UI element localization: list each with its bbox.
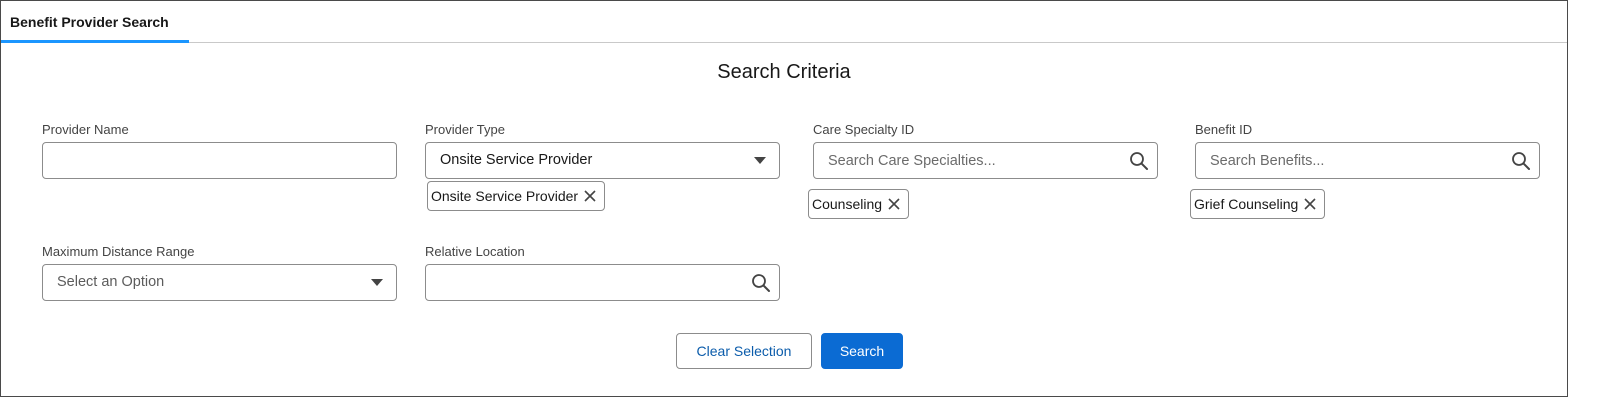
tab-benefit-provider-search[interactable]: Benefit Provider Search (1, 1, 189, 43)
pill-label: Counseling (812, 196, 883, 212)
provider-type-select[interactable]: Onsite Service Provider (425, 142, 780, 179)
relative-location-input[interactable] (426, 265, 779, 300)
close-icon[interactable] (888, 198, 900, 210)
max-distance-select[interactable]: Select an Option (42, 264, 397, 301)
benefit-id-field[interactable] (1195, 142, 1540, 179)
search-icon[interactable] (751, 273, 771, 293)
provider-name-label: Provider Name (42, 122, 129, 137)
care-specialty-label: Care Specialty ID (813, 122, 915, 137)
pill-label: Grief Counseling (1194, 196, 1299, 212)
relative-location-field[interactable] (425, 264, 780, 301)
chevron-down-icon[interactable] (371, 279, 383, 286)
close-icon[interactable] (1304, 198, 1316, 210)
provider-name-input[interactable] (43, 143, 396, 178)
section-title: Search Criteria (717, 61, 851, 83)
close-icon[interactable] (584, 190, 596, 202)
app-frame: Benefit Provider Search Search Criteria … (0, 0, 1568, 397)
benefit-id-label: Benefit ID (1195, 122, 1253, 137)
search-button[interactable]: Search (821, 333, 903, 369)
benefit-id-input[interactable] (1196, 143, 1539, 178)
pill-label: Onsite Service Provider (431, 188, 579, 204)
search-icon[interactable] (1129, 151, 1149, 171)
care-specialty-input[interactable] (814, 143, 1157, 178)
benefit-pill: Grief Counseling (1190, 189, 1326, 219)
provider-type-selected-value: Onsite Service Provider (440, 152, 593, 168)
care-specialty-pill: Counseling (808, 189, 910, 219)
max-distance-label: Maximum Distance Range (42, 244, 195, 259)
clear-selection-button[interactable]: Clear Selection (676, 333, 812, 369)
provider-name-field[interactable] (42, 142, 397, 179)
provider-type-pill: Onsite Service Provider (427, 181, 606, 211)
chevron-down-icon[interactable] (754, 157, 766, 164)
tab-bar: Benefit Provider Search (1, 1, 1567, 43)
provider-type-label: Provider Type (425, 122, 505, 137)
max-distance-selected-value: Select an Option (57, 274, 165, 290)
care-specialty-field[interactable] (813, 142, 1158, 179)
search-icon[interactable] (1511, 151, 1531, 171)
relative-location-label: Relative Location (425, 244, 525, 259)
